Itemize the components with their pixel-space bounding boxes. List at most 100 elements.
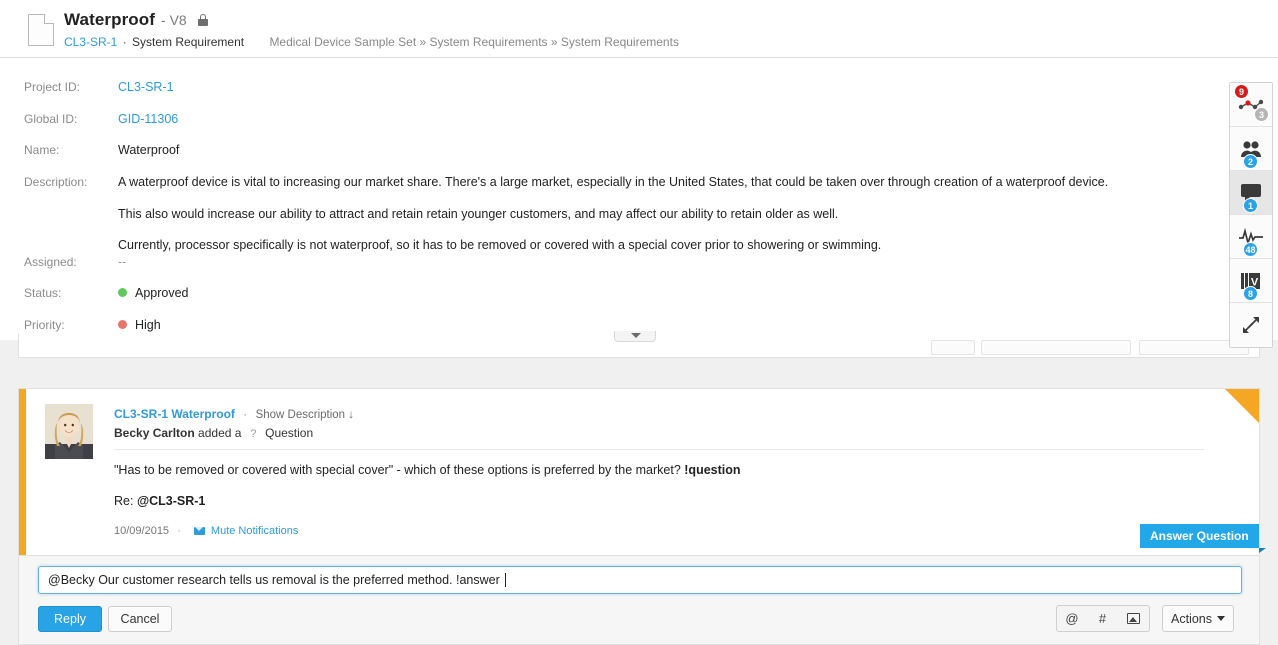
actions-label: Actions [1171,612,1212,626]
field-priority: Priority: High [0,318,1200,332]
version-label: - V8 [161,12,187,28]
field-label-status: Status: [0,286,118,300]
versions-badge: 8 [1243,286,1258,301]
comment-re-label: Re: [114,494,133,508]
project-id-link[interactable]: CL3-SR-1 [64,35,117,49]
reply-button-label: Reply [54,612,86,626]
reply-button[interactable]: Reply [38,606,102,632]
comment-divider [114,449,1204,450]
rail-item-versions[interactable]: V 8 [1230,259,1272,303]
comment-card: CL3-SR-1 Waterproof · Show Description ↓… [18,388,1260,556]
priority-badge: High [135,318,161,332]
hash-icon: # [1099,611,1106,626]
field-label-priority: Priority: [0,318,118,332]
field-name: Name: Waterproof [0,143,1200,157]
comment-corner-flag [1225,389,1259,423]
avatar [45,404,93,459]
rail-item-expand-collapse[interactable] [1230,303,1272,347]
item-detail-panel: Project ID: CL3-SR-1 Global ID: GID-1130… [0,58,1278,340]
right-icon-rail: 9 3 2 1 48 [1229,82,1273,348]
users-badge: 2 [1243,154,1258,169]
question-icon: ? [248,428,259,440]
status-badge: Approved [135,286,189,300]
document-icon [28,14,54,46]
status-dot-icon [118,288,127,297]
answer-question-button[interactable]: Answer Question [1140,524,1259,548]
field-global-id: Global ID: GID-11306 [0,112,1200,126]
at-sign-icon: @ [1065,611,1078,626]
comment-author-line: Becky Carlton added a ? Question [114,426,1219,440]
actions-dropdown-button[interactable]: Actions [1162,605,1234,632]
expand-collapse-icon [1241,315,1261,335]
text-cursor [505,573,506,587]
field-label-assigned: Assigned: [0,255,118,269]
field-label-project-id: Project ID: [0,80,118,94]
rail-item-relationships[interactable]: 9 3 [1230,83,1272,127]
subtitle-row: CL3-SR-1 · System Requirement Medical De… [64,35,679,49]
cancel-button[interactable]: Cancel [108,606,172,632]
breadcrumb[interactable]: Medical Device Sample Set » System Requi… [269,35,679,49]
field-value-name: Waterproof [118,143,179,157]
comment-text: "Has to be removed or covered with speci… [114,463,1219,477]
cancel-button-label: Cancel [121,612,160,626]
field-label-name: Name: [0,143,118,157]
field-value-global-id[interactable]: GID-11306 [118,112,178,126]
mention-button[interactable]: @ [1056,605,1088,632]
comment-separator: · [243,407,247,421]
comment-meta: 10/09/2015 · Mute Notifications [114,525,1219,537]
answer-question-label: Answer Question [1150,529,1249,543]
comments-badge: 1 [1243,198,1258,213]
description-paragraph: Currently, processor specifically is not… [118,238,1108,254]
subtitle-separator: · [123,35,127,49]
comment-header-line: CL3-SR-1 Waterproof · Show Description ↓ [114,407,1219,421]
field-value-project-id[interactable]: CL3-SR-1 [118,80,174,94]
comment-body: CL3-SR-1 Waterproof · Show Description ↓… [114,407,1219,537]
comment-meta-separator: · [177,525,181,537]
rail-item-activity[interactable]: 48 [1230,215,1272,259]
field-value-status: Approved [118,286,189,300]
comment-re-line: Re: @CL3-SR-1 [114,494,1219,508]
description-paragraph: This also would increase our ability to … [118,207,1108,223]
description-paragraph: A waterproof device is vital to increasi… [118,175,1108,191]
image-icon [1127,613,1140,624]
comment-type: Question [265,426,313,440]
field-value-assigned: -- [118,255,126,269]
comment-action: added a [198,426,241,440]
field-project-id: Project ID: CL3-SR-1 [0,80,1200,94]
page-title: Waterproof [64,10,155,30]
comment-tag: !question [684,463,740,477]
user-avatar-image [45,404,93,459]
background-field [931,340,975,355]
comment-author[interactable]: Becky Carlton [114,426,195,440]
tag-button[interactable]: # [1087,605,1119,632]
activity-badge: 48 [1243,242,1258,257]
priority-dot-icon [118,320,127,329]
comment-text-content: "Has to be removed or covered with speci… [114,463,681,477]
insert-image-button[interactable] [1118,605,1150,632]
field-status: Status: Approved [0,286,1200,300]
relationships-badge-primary: 9 [1234,84,1249,99]
comment-date: 10/09/2015 [114,525,169,537]
application-root: Waterproof - V8 CL3-SR-1 · System Requir… [0,0,1278,645]
field-assigned: Assigned: -- [0,255,1200,269]
field-label-global-id: Global ID: [0,112,118,126]
lock-icon [198,14,208,26]
item-type-label: System Requirement [132,35,244,49]
reply-input[interactable]: @Becky Our customer research tells us re… [38,566,1242,594]
show-description-link[interactable]: Show Description ↓ [256,409,354,421]
title-row: Waterproof - V8 [64,10,208,30]
field-value-priority: High [118,318,161,332]
comment-re-target[interactable]: @CL3-SR-1 [137,494,205,508]
item-header: Waterproof - V8 CL3-SR-1 · System Requir… [0,0,1278,58]
collapse-detail-panel-toggle[interactable] [614,331,656,342]
envelope-icon [194,527,205,535]
rail-item-users[interactable]: 2 [1230,127,1272,171]
background-field [981,340,1131,355]
comment-item-link[interactable]: CL3-SR-1 Waterproof [114,407,235,421]
relationships-badge-secondary: 3 [1254,107,1269,122]
reply-input-value: @Becky Our customer research tells us re… [48,573,500,587]
chevron-down-icon [1217,616,1225,621]
mute-notifications-link[interactable]: Mute Notifications [211,525,298,537]
comment-card-stripe [19,389,26,556]
rail-item-comments[interactable]: 1 [1230,171,1272,215]
